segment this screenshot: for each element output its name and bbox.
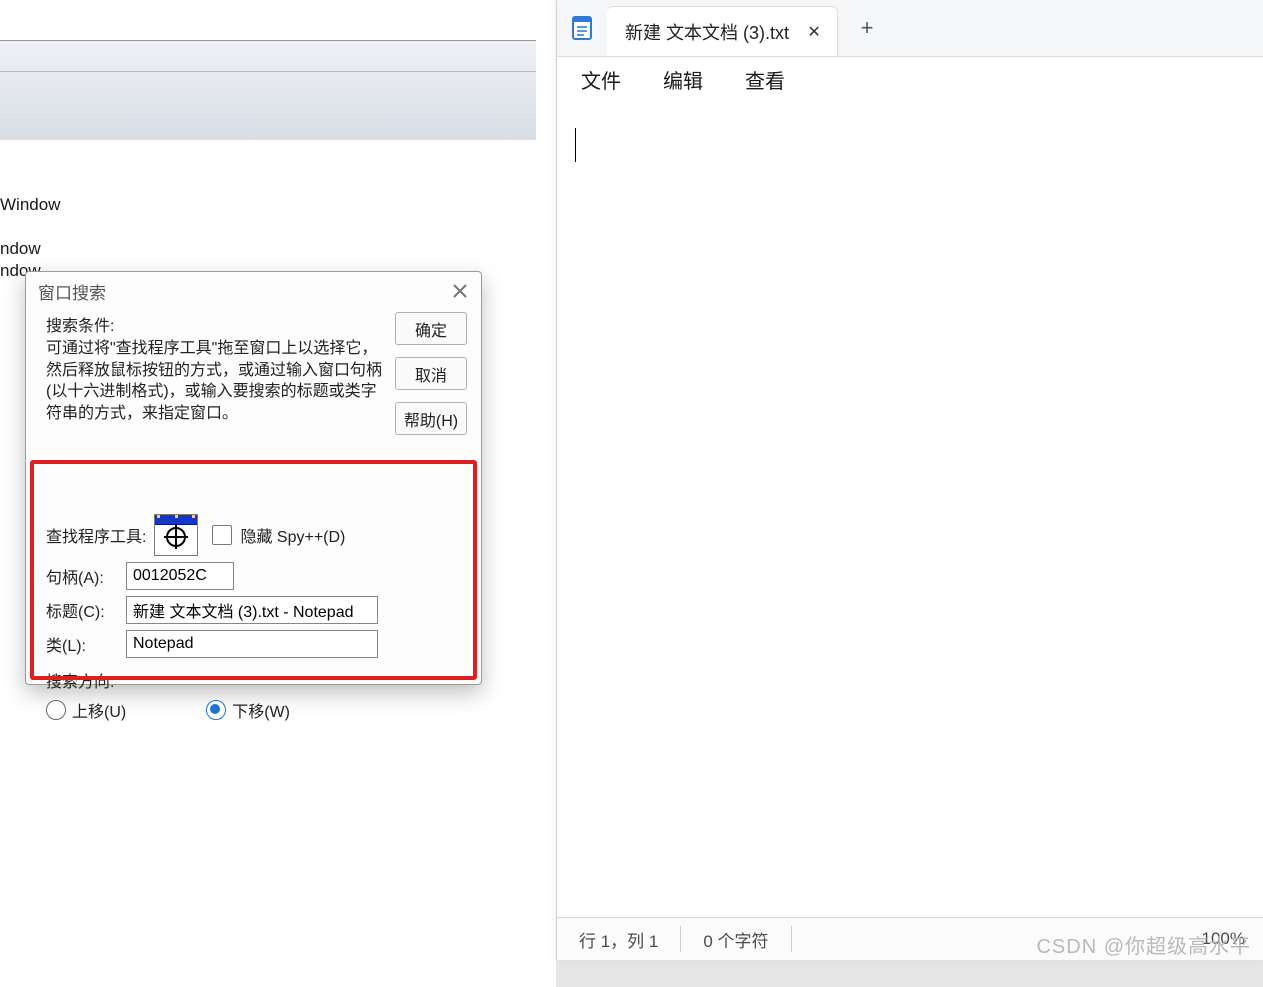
direction-down-label: 下移(W) <box>232 698 290 722</box>
status-zoom: 100% <box>1202 929 1263 949</box>
notepad-tabstrip: 新建 文本文档 (3).txt ✕ + <box>557 0 1263 57</box>
caption-input[interactable] <box>126 596 378 624</box>
handle-label: 句柄(A): <box>46 564 118 588</box>
notepad-tab-title: 新建 文本文档 (3).txt <box>625 19 789 45</box>
dialog-titlebar[interactable]: 窗口搜索 <box>26 272 481 308</box>
hide-spy-label: 隐藏 Spy++(D) <box>240 523 345 547</box>
notepad-window: 新建 文本文档 (3).txt ✕ + 文件 编辑 查看 行 1，列 1 0 个… <box>556 0 1263 960</box>
spy-titlebar-strip <box>0 0 536 41</box>
bg-text-window: Window <box>0 195 60 215</box>
radio-icon <box>206 700 226 720</box>
spy-toolbar-strip <box>0 41 536 141</box>
search-criteria-header: 搜索条件: <box>46 312 383 336</box>
finder-tool[interactable] <box>154 514 198 556</box>
notepad-menubar: 文件 编辑 查看 <box>557 57 1263 101</box>
radio-icon <box>46 700 66 720</box>
notepad-tab[interactable]: 新建 文本文档 (3).txt ✕ <box>607 6 838 56</box>
dialog-close-button[interactable] <box>447 278 473 304</box>
bg-text-ndow1: ndow <box>0 239 41 259</box>
notepad-status-bar: 行 1，列 1 0 个字符 100% <box>557 917 1263 960</box>
crosshair-icon <box>164 525 188 549</box>
status-position: 行 1，列 1 <box>557 926 681 952</box>
window-search-dialog: 窗口搜索 搜索条件: 可通过将"查找程序工具"拖至窗口上以选择它，然后释放鼠标按… <box>25 271 482 685</box>
close-icon <box>453 284 467 298</box>
notepad-app-icon <box>557 0 607 56</box>
direction-down-radio[interactable]: 下移(W) <box>206 698 290 722</box>
status-charcount: 0 个字符 <box>681 926 791 952</box>
text-caret <box>575 128 576 162</box>
dialog-title: 窗口搜索 <box>38 279 106 304</box>
direction-up-label: 上移(U) <box>72 698 126 722</box>
class-label: 类(L): <box>46 632 118 656</box>
direction-label: 搜索方向: <box>46 668 114 692</box>
direction-up-radio[interactable]: 上移(U) <box>46 698 126 722</box>
class-input[interactable] <box>126 630 378 658</box>
notepad-tab-close[interactable]: ✕ <box>807 22 821 42</box>
finder-dot-icon <box>175 515 178 518</box>
handle-input[interactable] <box>126 562 234 590</box>
menu-view[interactable]: 查看 <box>745 65 785 94</box>
search-criteria-text: 可通过将"查找程序工具"拖至窗口上以选择它，然后释放鼠标按钮的方式，或通过输入窗… <box>46 338 383 424</box>
notepad-text-area[interactable] <box>557 100 1263 918</box>
menu-edit[interactable]: 编辑 <box>663 65 703 94</box>
finder-dot-icon <box>157 515 160 518</box>
help-button[interactable]: 帮助(H) <box>395 402 467 435</box>
cancel-button[interactable]: 取消 <box>395 357 467 390</box>
notepad-new-tab-button[interactable]: + <box>838 0 896 56</box>
menu-file[interactable]: 文件 <box>581 65 621 94</box>
ok-button[interactable]: 确定 <box>395 312 467 345</box>
finder-dot-icon <box>192 515 195 518</box>
hide-spy-checkbox[interactable] <box>212 525 232 545</box>
caption-label: 标题(C): <box>46 598 118 622</box>
finder-tool-label: 查找程序工具: <box>46 523 146 547</box>
